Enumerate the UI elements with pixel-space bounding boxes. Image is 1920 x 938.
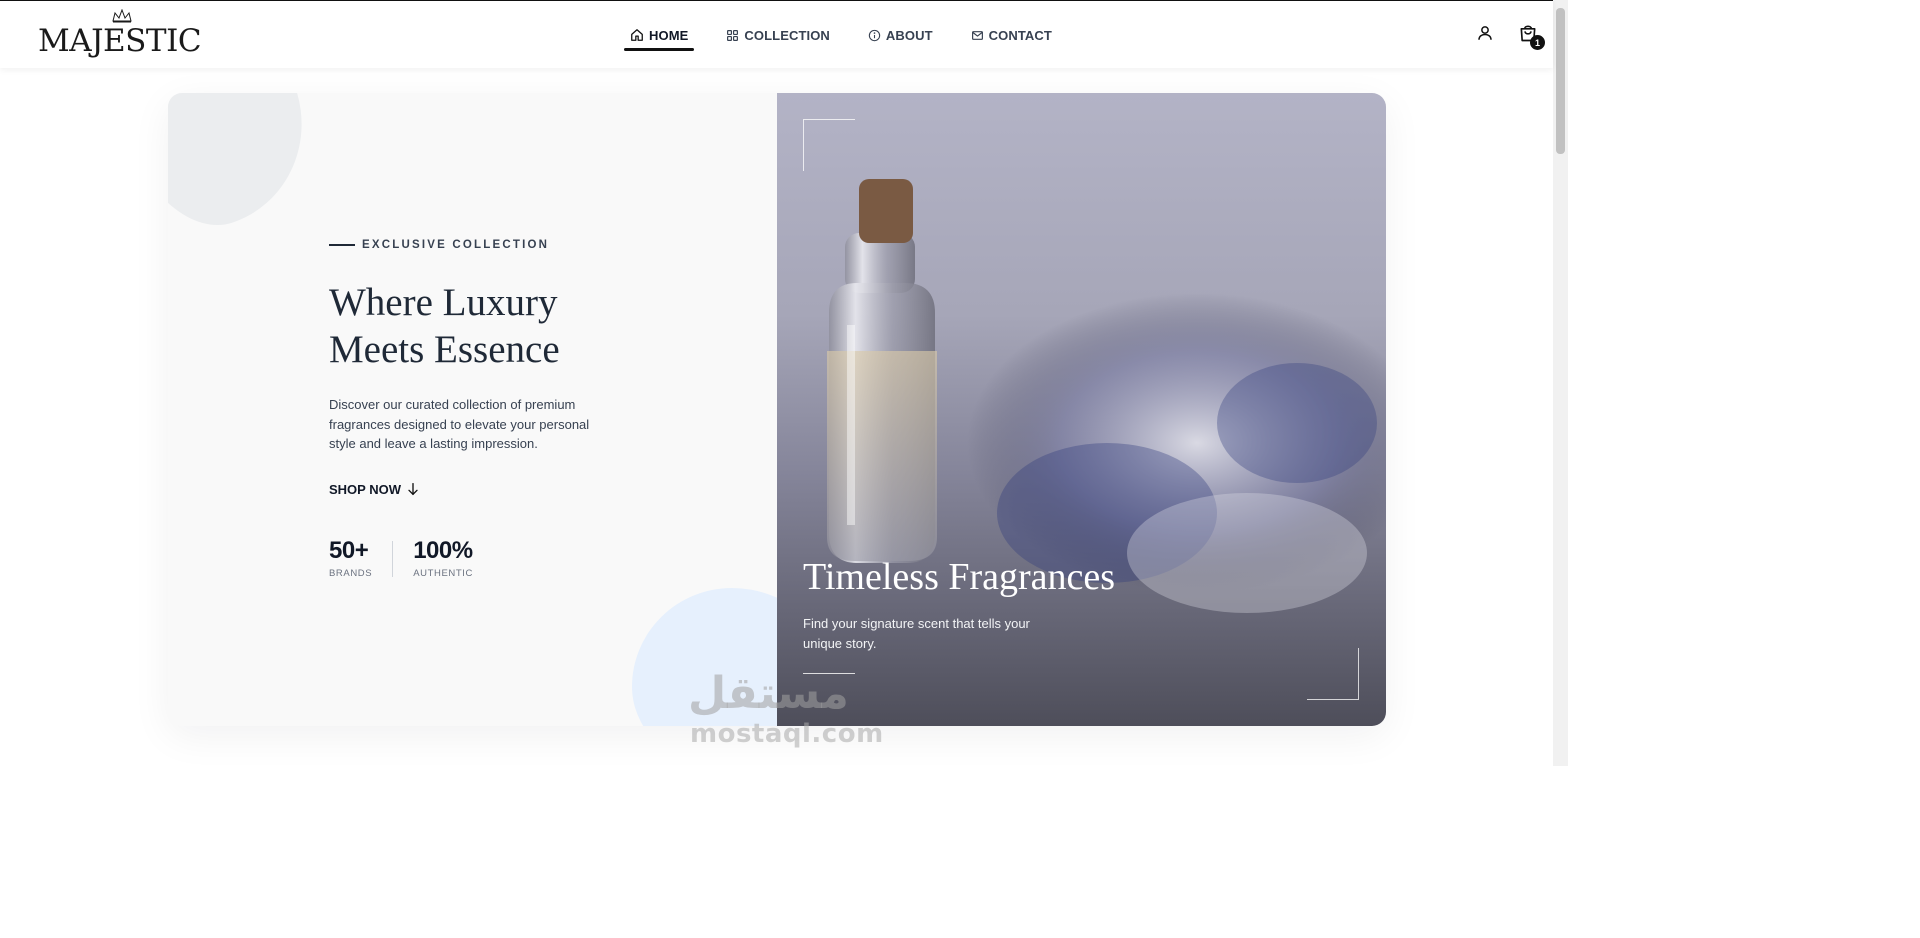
nav-collection[interactable]: COLLECTION xyxy=(726,1,830,69)
nav-home-label: HOME xyxy=(649,27,689,43)
headline-line-2: Meets Essence xyxy=(329,328,560,371)
nav-home[interactable]: HOME xyxy=(622,1,695,69)
eyebrow-text: EXCLUSIVE COLLECTION xyxy=(362,239,550,251)
stat-brands-label: BRANDS xyxy=(329,568,373,579)
info-icon xyxy=(868,29,881,41)
mail-icon xyxy=(971,30,983,40)
home-icon xyxy=(631,29,643,41)
decorative-blob-top xyxy=(168,93,330,246)
hero-description: Discover our curated collection of premi… xyxy=(329,397,590,451)
stat-authentic-label: AUTHENTIC xyxy=(413,568,473,579)
arrow-down-icon xyxy=(408,483,418,496)
corner-frame-bottom-right xyxy=(1307,648,1359,700)
site-header: MAJESTIC HOME COLLECTION ABOUT CONTACT 1 xyxy=(0,0,1553,68)
user-icon xyxy=(1478,26,1492,40)
image-subtitle: Find your signature scent that tells you… xyxy=(803,616,1030,651)
nav-contact-label: CONTACT xyxy=(988,27,1052,43)
nav-collection-label: COLLECTION xyxy=(744,27,830,43)
page-scrollbar[interactable] xyxy=(1553,0,1568,766)
grid-icon xyxy=(727,29,739,41)
logo-text: MAJESTIC xyxy=(38,23,202,59)
eyebrow-line xyxy=(329,244,355,246)
hero-section: EXCLUSIVE COLLECTION Where Luxury Meets … xyxy=(168,93,1386,726)
hero-headline: Where Luxury Meets Essence xyxy=(329,279,649,373)
shop-now-link[interactable]: SHOP NOW xyxy=(329,481,421,497)
stat-divider xyxy=(392,541,394,577)
scrollbar-thumb[interactable] xyxy=(1556,8,1565,154)
hero-image-panel: Timeless Fragrances Find your signature … xyxy=(777,93,1386,726)
stat-brands-value: 50+ xyxy=(329,537,369,564)
image-underline xyxy=(803,673,855,674)
shop-now-label: SHOP NOW xyxy=(329,481,401,497)
hero-text-panel: EXCLUSIVE COLLECTION Where Luxury Meets … xyxy=(168,93,777,726)
image-title: Timeless Fragrances xyxy=(803,556,1116,598)
main-nav: HOME COLLECTION ABOUT CONTACT xyxy=(622,1,1090,69)
nav-about-label: ABOUT xyxy=(885,27,933,43)
crown-icon xyxy=(112,9,132,23)
nav-about[interactable]: ABOUT xyxy=(868,1,933,69)
cart-count-badge: 1 xyxy=(1530,35,1545,50)
stat-brands: 50+ BRANDS xyxy=(329,537,372,579)
nav-contact[interactable]: CONTACT xyxy=(971,1,1052,69)
corner-frame-top-left xyxy=(803,119,855,171)
stat-authentic-value: 100% xyxy=(413,537,473,564)
hero-eyebrow: EXCLUSIVE COLLECTION xyxy=(329,239,549,251)
stat-authentic: 100% AUTHENTIC xyxy=(413,537,473,579)
cart-button[interactable]: 1 xyxy=(1518,23,1545,50)
hero-stats: 50+ BRANDS 100% AUTHENTIC xyxy=(329,537,473,579)
account-button[interactable] xyxy=(1476,23,1494,48)
decorative-blob-bottom xyxy=(632,588,777,726)
headline-line-1: Where Luxury xyxy=(329,281,558,324)
brand-logo[interactable]: MAJESTIC xyxy=(38,9,202,63)
